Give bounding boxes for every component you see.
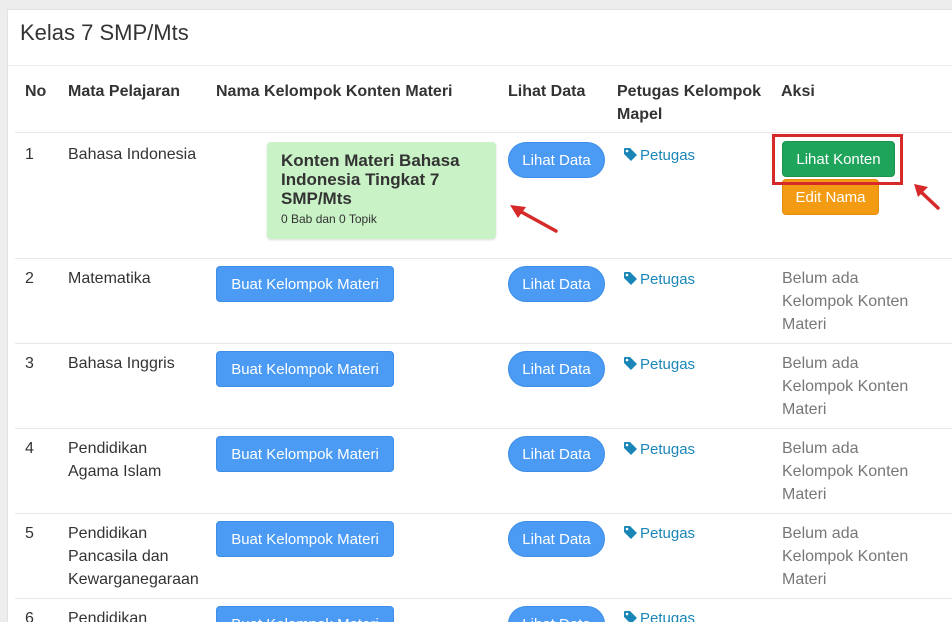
buat-kelompok-button[interactable]: Buat Kelompok Materi	[216, 521, 394, 557]
header-lihat-data: Lihat Data	[508, 83, 586, 100]
lihat-data-button[interactable]: Lihat Data	[508, 351, 605, 387]
tag-icon	[624, 441, 640, 458]
highlight-box	[772, 134, 903, 185]
row-subject: Bahasa Inggris	[68, 355, 175, 372]
row-number: 5	[25, 525, 34, 542]
petugas-link[interactable]: Petugas	[624, 146, 695, 166]
lihat-data-button[interactable]: Lihat Data	[508, 521, 605, 557]
header-aksi: Aksi	[781, 83, 815, 100]
row-divider	[15, 343, 952, 344]
petugas-label: Petugas	[640, 147, 696, 164]
petugas-label: Petugas	[640, 525, 696, 542]
lihat-data-button[interactable]: Lihat Data	[508, 606, 605, 622]
content-panel: Kelas 7 SMP/Mts No Mata Pelajaran Nama K…	[7, 9, 952, 622]
aksi-text-line: Materi	[782, 401, 827, 418]
aksi-text-line: Kelompok Konten	[782, 378, 909, 395]
card-title-line: Indonesia Tingkat 7	[281, 170, 440, 189]
row-number: 6	[25, 610, 34, 622]
buat-kelompok-button[interactable]: Buat Kelompok Materi	[216, 436, 394, 472]
subject-line: Pendidikan	[68, 440, 148, 457]
aksi-empty-text: Belum ada Kelompok Konten Materi	[782, 352, 908, 421]
row-subject: Pendidikan Pancasila dan Kewarganegaraan	[68, 522, 199, 591]
buat-kelompok-button[interactable]: Buat Kelompok Materi	[216, 606, 394, 622]
row-divider	[15, 258, 952, 259]
page-title: Kelas 7 SMP/Mts	[20, 20, 189, 45]
title-divider	[8, 65, 952, 66]
tag-icon	[624, 525, 640, 542]
red-arrow-icon	[914, 184, 940, 210]
header-petugas: Petugas Kelompok Mapel	[617, 80, 761, 126]
header-divider	[15, 132, 952, 133]
petugas-link[interactable]: Petugas	[624, 440, 695, 460]
tag-icon	[624, 147, 640, 164]
header-no: No	[25, 83, 47, 100]
aksi-text-line: Kelompok Konten	[782, 293, 909, 310]
row-number: 2	[25, 270, 34, 287]
row-divider	[15, 598, 952, 599]
aksi-text-line: Kelompok Konten	[782, 463, 909, 480]
aksi-empty-text: Belum ada Kelompok Konten Materi	[782, 522, 908, 591]
aksi-empty-text: Belum ada Kelompok Konten Materi	[782, 437, 908, 506]
petugas-label: Petugas	[640, 271, 696, 288]
subject-line: Kewarganegaraan	[68, 571, 199, 588]
tag-icon	[624, 610, 640, 622]
header-mata-pelajaran: Mata Pelajaran	[68, 83, 181, 100]
petugas-link[interactable]: Petugas	[624, 524, 695, 544]
lihat-data-button[interactable]: Lihat Data	[508, 436, 605, 472]
aksi-text-line: Materi	[782, 316, 827, 333]
content-group-card[interactable]: Konten Materi Bahasa Indonesia Tingkat 7…	[267, 142, 496, 239]
petugas-label: Petugas	[640, 356, 696, 373]
tag-icon	[624, 356, 640, 373]
aksi-text-line: Belum ada	[782, 440, 859, 457]
petugas-label: Petugas	[640, 441, 696, 458]
header-petugas-line1: Petugas Kelompok	[617, 83, 762, 100]
subject-line: Agama Islam	[68, 463, 162, 480]
card-subtitle: 0 Bab dan 0 Topik	[281, 212, 377, 226]
header-petugas-line2: Mapel	[617, 106, 663, 123]
subject-line: Pendidikan	[68, 525, 148, 542]
row-number: 4	[25, 440, 34, 457]
row-subject: Pendidikan	[68, 610, 148, 622]
row-subject: Matematika	[68, 270, 151, 287]
header-nama-kelompok: Nama Kelompok Konten Materi	[216, 83, 453, 100]
tag-icon	[624, 271, 640, 288]
buat-kelompok-button[interactable]: Buat Kelompok Materi	[216, 351, 394, 387]
card-title-line: SMP/Mts	[281, 189, 352, 208]
lihat-data-button[interactable]: Lihat Data	[508, 266, 605, 302]
card-title-line: Konten Materi Bahasa	[281, 151, 460, 170]
row-subject: Pendidikan Agama Islam	[68, 437, 161, 483]
row-number: 3	[25, 355, 34, 372]
aksi-text-line: Kelompok Konten	[782, 548, 909, 565]
row-divider	[15, 428, 952, 429]
aksi-text-line: Materi	[782, 486, 827, 503]
aksi-text-line: Materi	[782, 571, 827, 588]
petugas-link[interactable]: Petugas	[624, 355, 695, 375]
lihat-data-button[interactable]: Lihat Data	[508, 142, 605, 178]
subject-line: Pancasila dan	[68, 548, 169, 565]
aksi-text-line: Belum ada	[782, 270, 859, 287]
red-arrow-icon	[510, 205, 558, 233]
aksi-empty-text: Belum ada Kelompok Konten Materi	[782, 267, 908, 336]
petugas-label: Petugas	[640, 610, 696, 622]
aksi-text-line: Belum ada	[782, 355, 859, 372]
petugas-link[interactable]: Petugas	[624, 609, 695, 622]
buat-kelompok-button[interactable]: Buat Kelompok Materi	[216, 266, 394, 302]
row-subject: Bahasa Indonesia	[68, 146, 197, 163]
petugas-link[interactable]: Petugas	[624, 270, 695, 290]
row-divider	[15, 513, 952, 514]
row-number: 1	[25, 146, 34, 163]
card-title: Konten Materi Bahasa Indonesia Tingkat 7…	[281, 151, 482, 208]
aksi-text-line: Belum ada	[782, 525, 859, 542]
